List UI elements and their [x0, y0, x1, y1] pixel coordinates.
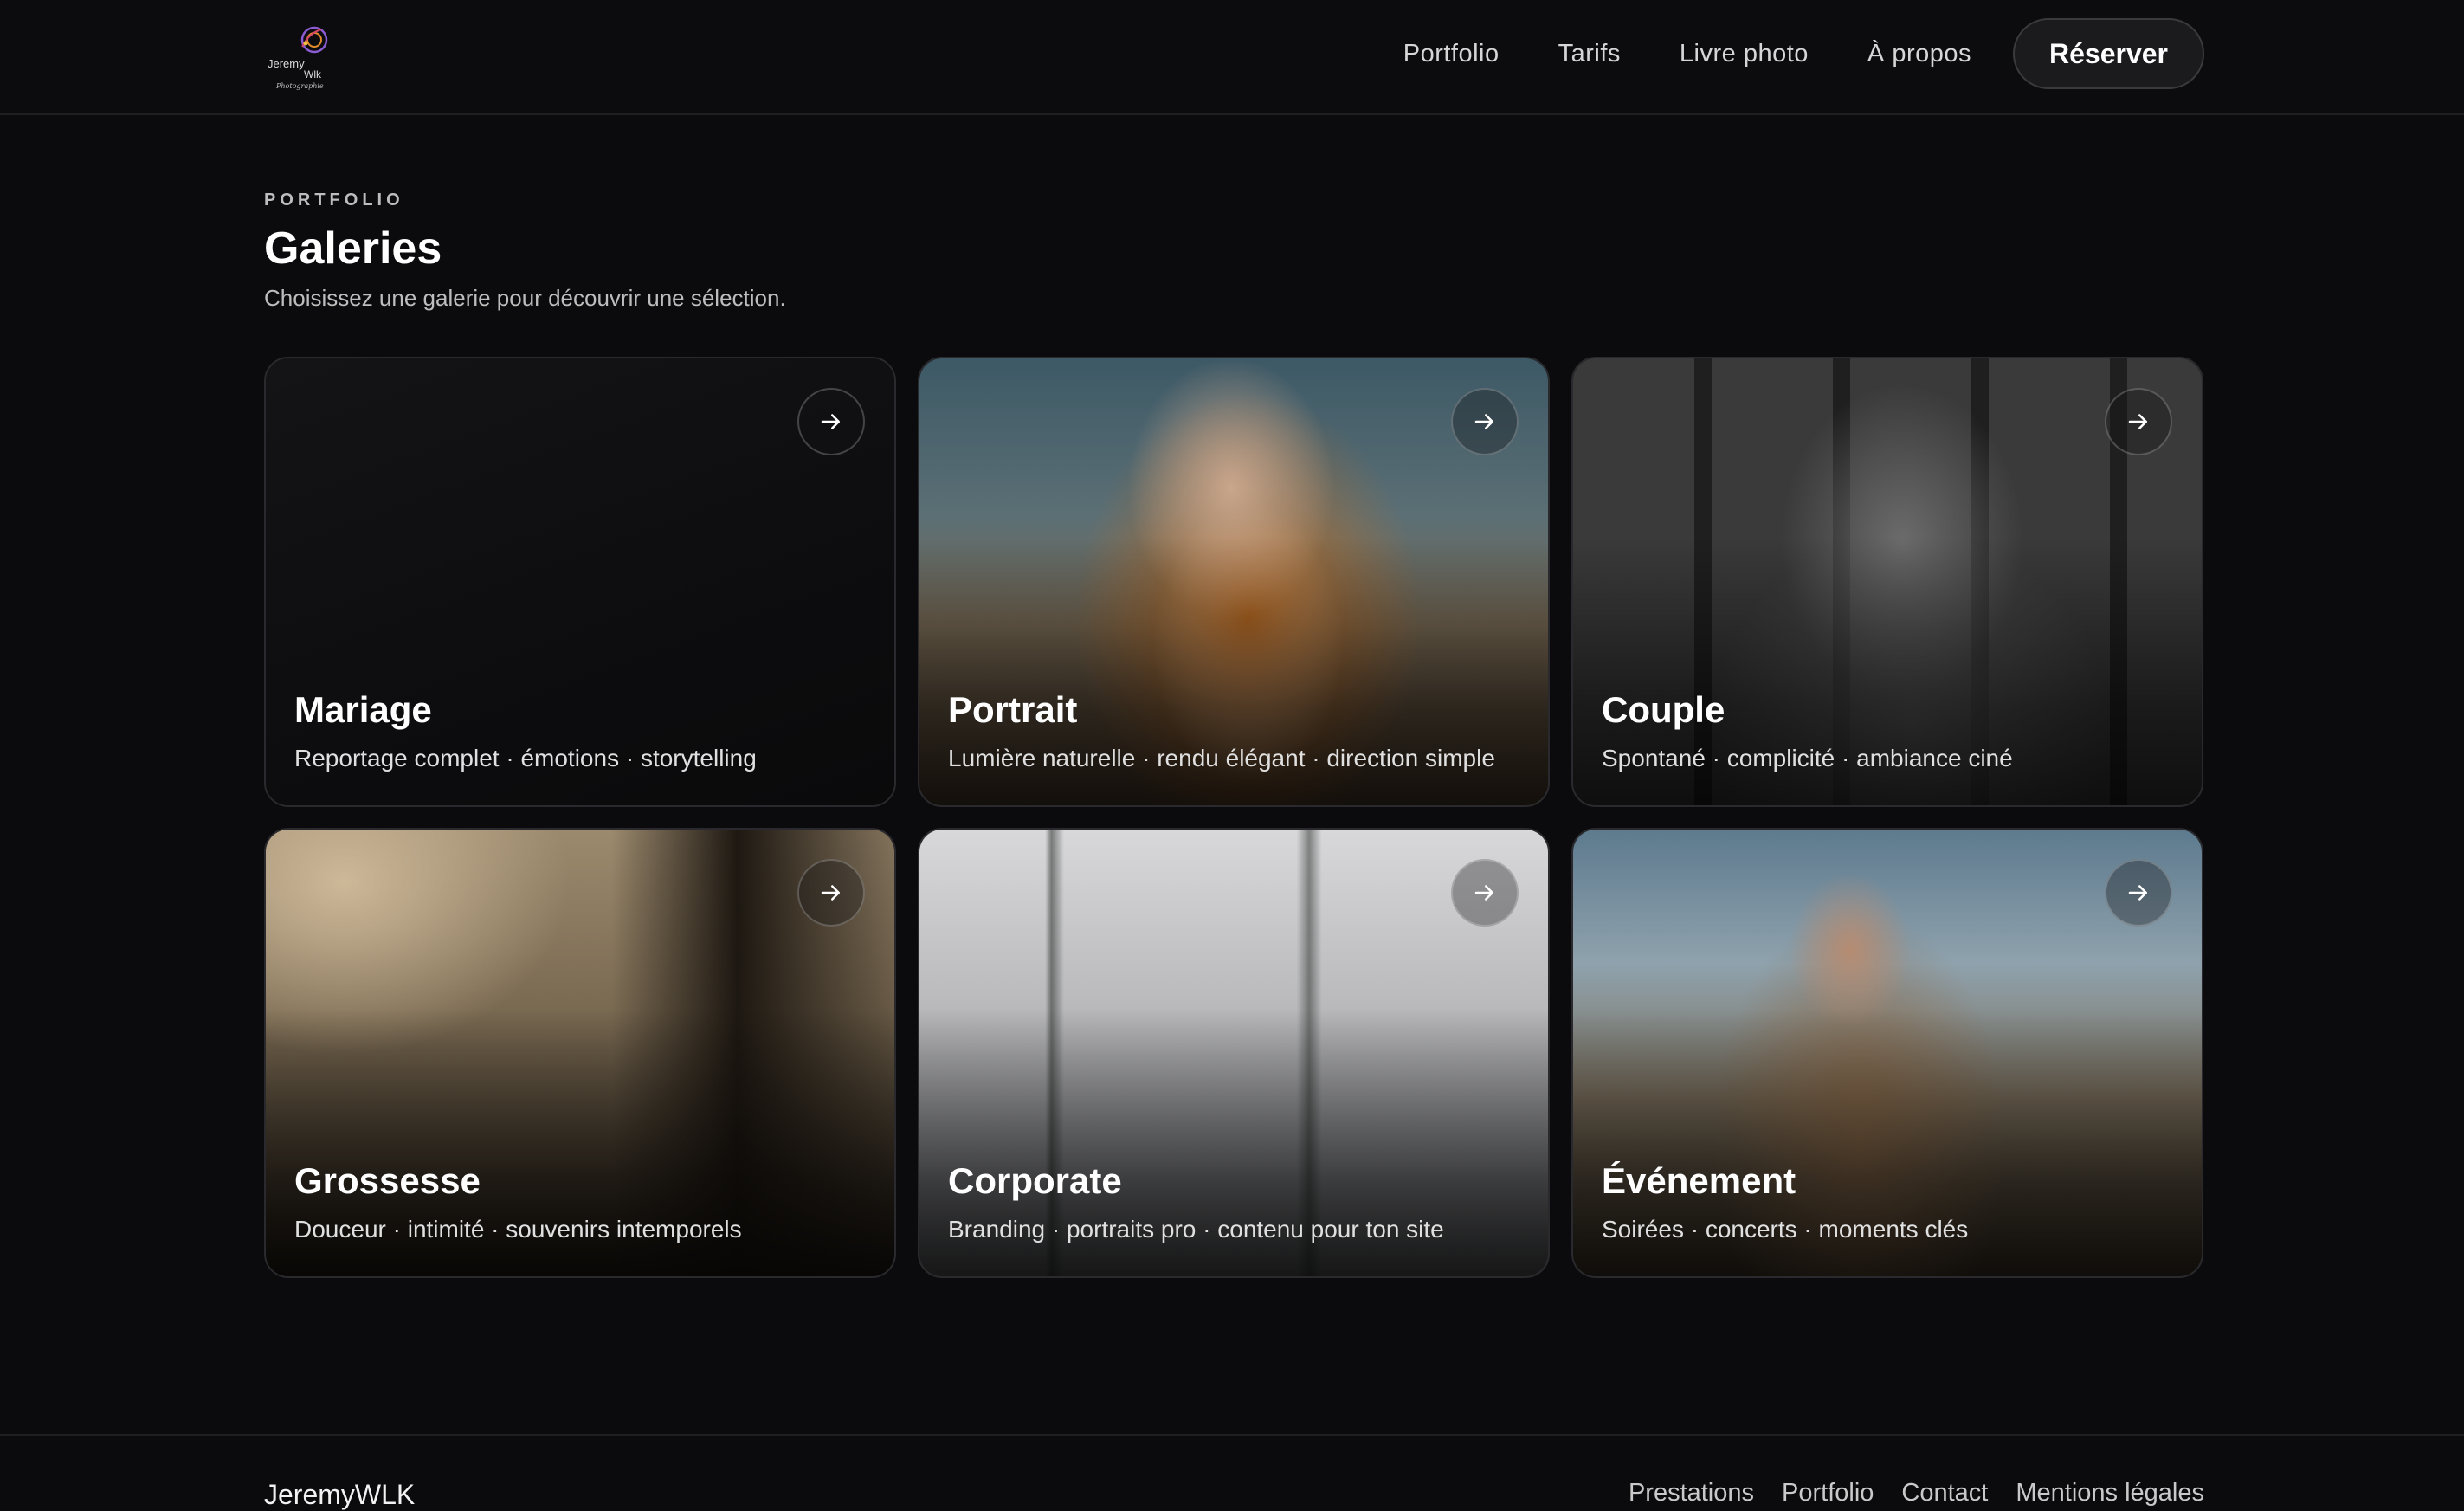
nav-item-portfolio[interactable]: Portfolio [1403, 40, 1500, 68]
arrow-right-icon[interactable] [2105, 388, 2172, 455]
footer-link-portfolio[interactable]: Portfolio [1782, 1479, 1874, 1508]
site-footer: JeremyWLK Prestations Portfolio Contact … [0, 1434, 2464, 1510]
reserve-button[interactable]: Réserver [2013, 18, 2204, 89]
footer-links: Prestations Portfolio Contact Mentions l… [1601, 1479, 2204, 1508]
footer-link-mentions-legales[interactable]: Mentions légales [2016, 1479, 2204, 1508]
gallery-card-title: Corporate [948, 1160, 1122, 1201]
gallery-card-description: Reportage complet · émotions · storytell… [294, 745, 757, 772]
footer-link-contact[interactable]: Contact [1901, 1479, 1988, 1508]
gallery-card-corporate[interactable]: Corporate Branding · portraits pro · con… [918, 828, 1550, 1278]
gallery-card-description: Soirées · concerts · moments clés [1602, 1216, 1969, 1243]
section-eyebrow: PORTFOLIO [264, 190, 404, 210]
nav-item-livre-photo[interactable]: Livre photo [1680, 40, 1809, 68]
svg-text:Wlk: Wlk [304, 68, 322, 81]
brand-logo[interactable]: Jeremy Wlk Photographie [264, 17, 335, 94]
gallery-card-grossesse[interactable]: Grossesse Douceur · intimité · souvenirs… [264, 828, 896, 1278]
footer-link-prestations[interactable]: Prestations [1629, 1479, 1754, 1508]
svg-text:Jeremy: Jeremy [268, 57, 305, 70]
gallery-section-header: PORTFOLIO Galeries Choisissez une galeri… [264, 190, 1303, 312]
gallery-card-description: Spontané · complicité · ambiance ciné [1602, 745, 2013, 772]
gallery-card-title: Mariage [294, 689, 432, 730]
logo-icon: Jeremy Wlk Photographie [268, 26, 328, 90]
gallery-card-title: Grossesse [294, 1160, 481, 1201]
gallery-card-description: Branding · portraits pro · contenu pour … [948, 1216, 1444, 1243]
gallery-card-evenement[interactable]: Événement Soirées · concerts · moments c… [1571, 828, 2203, 1278]
gallery-card-title: Portrait [948, 689, 1078, 730]
arrow-right-icon[interactable] [797, 859, 865, 927]
nav-item-tarifs[interactable]: Tarifs [1558, 40, 1621, 68]
arrow-right-icon[interactable] [2105, 859, 2172, 927]
arrow-right-icon[interactable] [1451, 388, 1519, 455]
gallery-card-couple[interactable]: Couple Spontané · complicité · ambiance … [1571, 357, 2203, 807]
page-subtitle: Choisissez une galerie pour découvrir un… [264, 285, 786, 311]
arrow-right-icon[interactable] [1451, 859, 1519, 927]
gallery-card-title: Couple [1602, 689, 1725, 730]
gallery-card-title: Événement [1602, 1160, 1796, 1201]
arrow-right-icon[interactable] [797, 388, 865, 455]
gallery-card-portrait[interactable]: Portrait Lumière naturelle · rendu éléga… [918, 357, 1550, 807]
gallery-card-description: Lumière naturelle · rendu élégant · dire… [948, 745, 1495, 772]
gallery-card-mariage[interactable]: Mariage Reportage complet · émotions · s… [264, 357, 896, 807]
svg-text:Photographie: Photographie [275, 82, 324, 90]
page-title: Galeries [264, 223, 442, 274]
footer-brand: JeremyWLK [264, 1479, 416, 1510]
site-header: Jeremy Wlk Photographie Portfolio Tarifs… [0, 0, 2464, 115]
gallery-grid: Mariage Reportage complet · émotions · s… [264, 357, 2204, 1278]
main-nav: Portfolio Tarifs Livre photo À propos Ré… [1403, 17, 2204, 90]
gallery-card-description: Douceur · intimité · souvenirs intempore… [294, 1216, 742, 1243]
nav-item-a-propos[interactable]: À propos [1867, 40, 1971, 68]
